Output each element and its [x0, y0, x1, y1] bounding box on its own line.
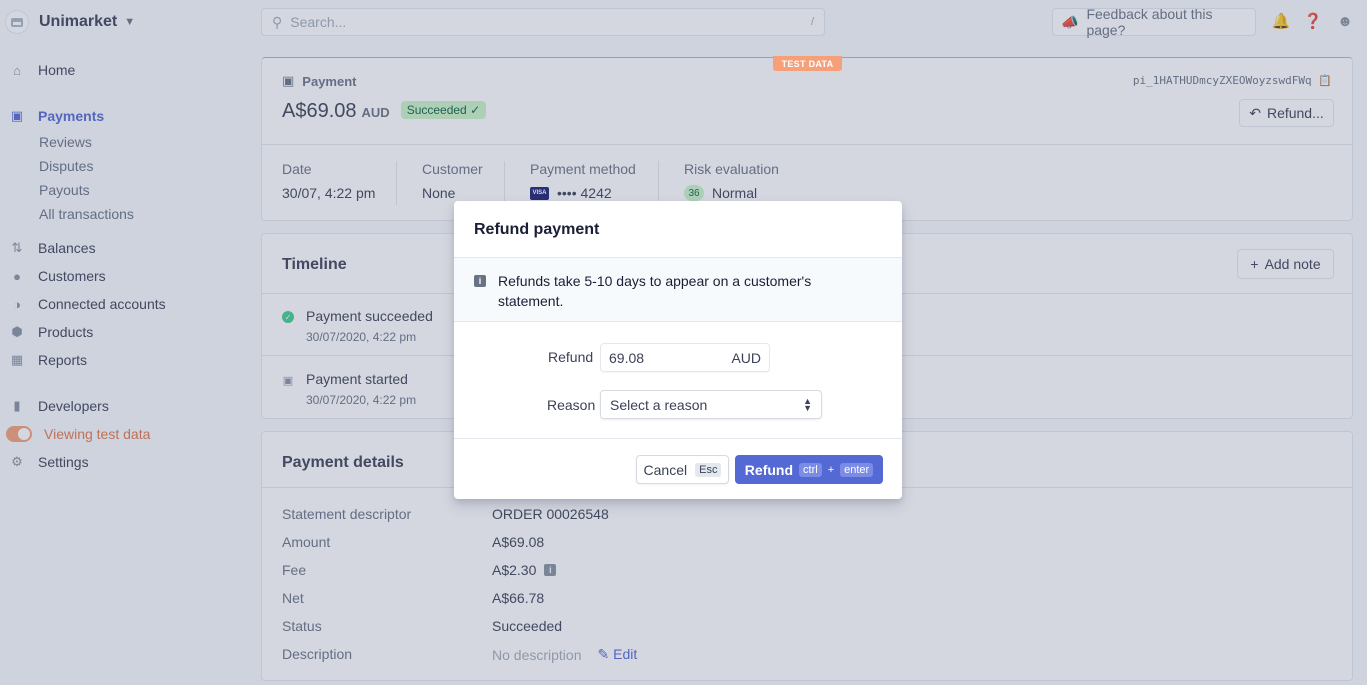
refund-submit-button[interactable]: Refund ctrl + enter	[735, 455, 883, 484]
enter-shortcut: enter	[840, 462, 874, 477]
modal-footer: Cancel Esc Refund ctrl + enter	[454, 438, 902, 499]
refund-notice-text: Refunds take 5-10 days to appear on a cu…	[498, 273, 812, 309]
modal-title: Refund payment	[474, 221, 600, 238]
shortcut-plus: +	[827, 463, 835, 476]
ctrl-shortcut: ctrl	[799, 462, 822, 477]
refund-payment-modal: Refund payment i Refunds take 5-10 days …	[454, 201, 902, 499]
refund-amount-input[interactable]: 69.08 AUD	[600, 343, 770, 372]
cancel-label: Cancel	[643, 461, 688, 478]
refund-amount-label: Refund	[548, 349, 594, 365]
reason-selected-value: Select a reason	[610, 396, 708, 413]
refund-submit-label: Refund	[744, 461, 794, 478]
refund-notice: i Refunds take 5-10 days to appear on a …	[454, 257, 902, 322]
reason-select[interactable]: Select a reason ▲ ▼	[600, 390, 822, 419]
test-data-badge: TEST DATA	[773, 56, 842, 71]
esc-shortcut: Esc	[695, 462, 722, 477]
select-arrows-icon: ▲ ▼	[803, 395, 812, 413]
reason-label: Reason	[547, 397, 596, 413]
cancel-button[interactable]: Cancel Esc	[636, 455, 729, 484]
info-icon: i	[474, 275, 486, 287]
refund-amount-currency: AUD	[731, 349, 761, 366]
refund-amount-value: 69.08	[609, 349, 645, 366]
